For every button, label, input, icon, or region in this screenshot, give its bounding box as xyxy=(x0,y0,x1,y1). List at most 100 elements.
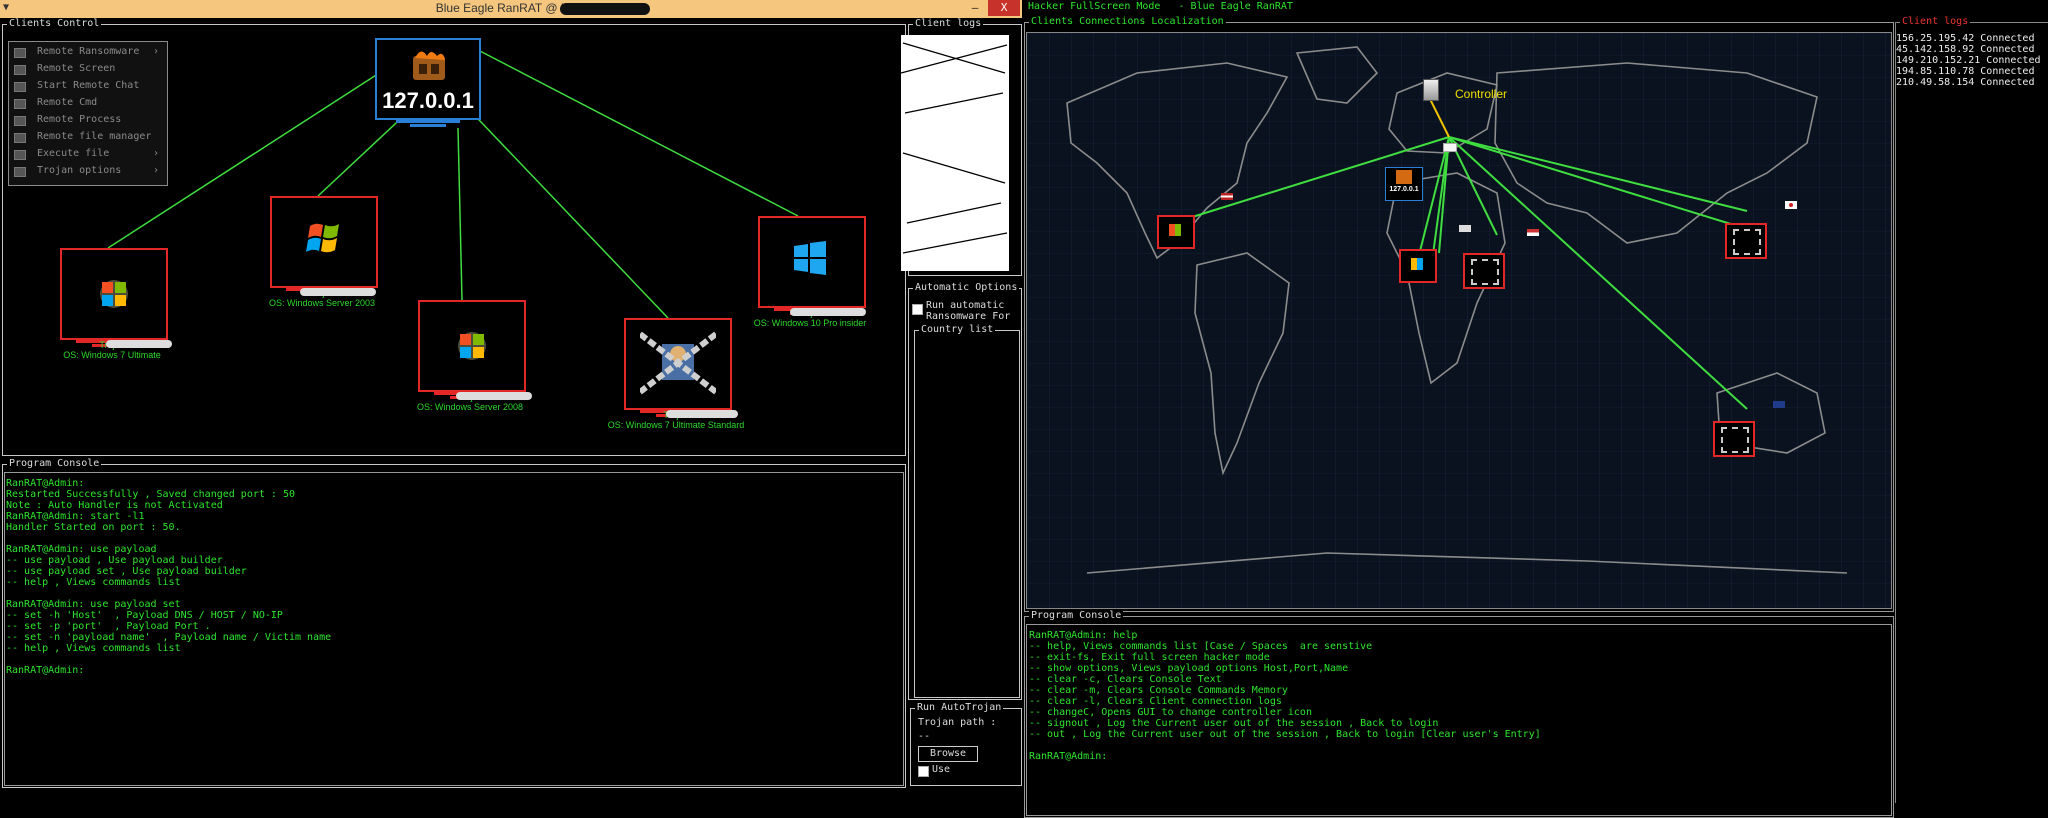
client-log-entry: 210.49.58.154 Connected xyxy=(1896,77,2035,88)
folder-icon xyxy=(14,133,26,143)
fire-server-icon xyxy=(1396,170,1412,184)
map-client-node[interactable] xyxy=(1399,249,1437,283)
submenu-arrow-icon: › xyxy=(152,46,159,57)
console-line: -- clear -c, Clears Console Text xyxy=(1029,674,1222,685)
chained-computer-icon xyxy=(1471,259,1499,285)
chained-computer-icon xyxy=(1721,427,1749,453)
menu-item-remote-screen[interactable]: Remote Screen xyxy=(11,61,163,77)
console-line: Restarted Successfully , Saved changed p… xyxy=(6,489,295,500)
controller-server-icon xyxy=(1423,79,1439,101)
redaction-scribble xyxy=(790,308,866,316)
trojan-path-label: Trojan path : xyxy=(918,717,997,728)
submenu-arrow-icon: › xyxy=(152,165,159,176)
console-line: Handler Started on port : 50. xyxy=(6,522,181,533)
menu-item-remote-file-manager[interactable]: Remote file manager xyxy=(11,129,163,145)
windows-7-logo-icon xyxy=(1411,258,1423,270)
submenu-arrow-icon: › xyxy=(152,148,159,159)
console-line: -- use payload set , Use payload builder xyxy=(6,566,247,577)
flag-icon xyxy=(1527,229,1539,236)
server-node[interactable]: 127.0.0.1 xyxy=(375,38,481,120)
console-line: -- signout , Log the Current user out of… xyxy=(1029,718,1439,729)
windows-7-logo-icon xyxy=(458,332,486,360)
country-list[interactable]: Country list xyxy=(914,324,1020,698)
console-output[interactable]: RanRAT@Admin: Restarted Successfully , Sa… xyxy=(4,472,904,786)
trojan-path-value: -- xyxy=(918,731,931,742)
map-client-node[interactable] xyxy=(1725,223,1767,259)
client-log-entry: 45.142.158.92 Connected xyxy=(1896,44,2035,55)
run-automatic-ransomware-checkbox[interactable] xyxy=(912,304,923,315)
browse-button[interactable]: Browse xyxy=(918,746,978,762)
fire-server-icon xyxy=(413,51,445,80)
menu-item-remote-cmd[interactable]: Remote Cmd xyxy=(11,95,163,111)
client-logs-label: Client logs xyxy=(913,18,984,30)
right-program-console-label: Program Console xyxy=(1029,610,1124,622)
run-automatic-ransomware-label-line1: Run automatic xyxy=(926,300,1005,311)
close-button[interactable]: X xyxy=(988,0,1020,16)
console-line: Note : Auto Handler is not Activated xyxy=(6,500,223,511)
map-client-node[interactable] xyxy=(1463,253,1505,289)
client-os: OS: Windows Server 2003 xyxy=(268,298,376,308)
windows-xp-logo-icon xyxy=(306,223,339,253)
redaction-scribble xyxy=(456,392,532,400)
menu-item-start-remote-chat[interactable]: Start Remote Chat xyxy=(11,78,163,94)
console-line: RanRAT@Admin: use payload set xyxy=(6,599,181,610)
settings-icon xyxy=(14,167,26,177)
use-checkbox[interactable] xyxy=(918,766,929,777)
program-console-label: Program Console xyxy=(7,458,102,470)
minimize-button[interactable]: – xyxy=(962,0,988,16)
controller-label: Controller xyxy=(1455,87,1508,101)
country-list-label: Country list xyxy=(919,324,996,336)
process-icon xyxy=(14,116,26,126)
console-line: RanRAT@Admin: xyxy=(1029,751,1108,762)
client-node[interactable] xyxy=(624,318,732,410)
redaction-scribble xyxy=(900,35,1009,271)
client-node[interactable] xyxy=(60,248,168,340)
map-client-node[interactable] xyxy=(1713,421,1755,457)
console-line: RanRAT@Admin: use payload xyxy=(6,544,157,555)
console-line: -- exit-fs, Exit full screen hacker mode xyxy=(1029,652,1270,663)
terminal-icon xyxy=(14,99,26,109)
client-log-entry: 194.85.110.78 Connected xyxy=(1896,66,2035,77)
map-client-node[interactable] xyxy=(1157,215,1195,249)
console-line: -- help , Views commands list xyxy=(6,643,181,654)
redaction-scribble xyxy=(300,288,376,296)
client-node[interactable] xyxy=(758,216,866,308)
console-line: -- use payload , Use payload builder xyxy=(6,555,223,566)
client-log-entry: 149.210.152.21 Connected xyxy=(1896,55,2041,66)
menu-item-trojan-options[interactable]: Trojan options › xyxy=(11,163,163,179)
run-automatic-ransomware-label-line2: Ransomware For xyxy=(926,311,1011,322)
chat-icon xyxy=(14,82,26,92)
client-os: OS: Windows 7 Ultimate xyxy=(63,350,161,360)
execute-icon xyxy=(14,150,26,160)
client-node[interactable] xyxy=(418,300,526,392)
flag-icon xyxy=(1443,143,1457,152)
usa-flag-icon xyxy=(1221,193,1233,200)
world-map-canvas xyxy=(1027,33,1891,608)
server-stand-base xyxy=(410,124,446,127)
right-console-output[interactable]: RanRAT@Admin: help -- help, Views command… xyxy=(1026,624,1892,816)
console-line: -- clear -l, Clears Client connection lo… xyxy=(1029,696,1282,707)
windows-xp-logo-icon xyxy=(1169,224,1181,236)
console-line: -- help, Views commands list [Case / Spa… xyxy=(1029,641,1373,652)
console-line: -- set -n 'payload name' , Payload name … xyxy=(6,632,332,643)
console-line: -- show options, Views payload options H… xyxy=(1029,663,1349,674)
menu-item-remote-process[interactable]: Remote Process xyxy=(11,112,163,128)
map-server-node[interactable]: 127.0.0.1 xyxy=(1385,167,1423,201)
client-node[interactable] xyxy=(270,196,378,288)
connection-line xyxy=(457,127,463,301)
connection-line xyxy=(477,49,799,217)
console-line: RanRAT@Admin: xyxy=(6,478,85,489)
automatic-options-label: Automatic Options xyxy=(913,282,1020,294)
console-line: RanRAT@Admin: help xyxy=(1029,630,1138,641)
world-map[interactable]: Controller 127.0.0.1 xyxy=(1026,32,1892,609)
client-os: OS: Windows 10 Pro insider xyxy=(753,318,867,328)
console-line: -- set -p 'port' , Payload Port . xyxy=(6,621,211,632)
console-line: -- set -h 'Host' , Payload DNS / HOST / … xyxy=(6,610,283,621)
japan-flag-icon xyxy=(1785,201,1797,209)
menu-item-remote-ransomware[interactable]: Remote Ransomware › xyxy=(11,44,163,60)
client-logs-panel: Client logs 156.25.195.42 Connected 45.14… xyxy=(1895,16,2048,803)
menu-item-execute-file[interactable]: Execute file › xyxy=(11,146,163,162)
